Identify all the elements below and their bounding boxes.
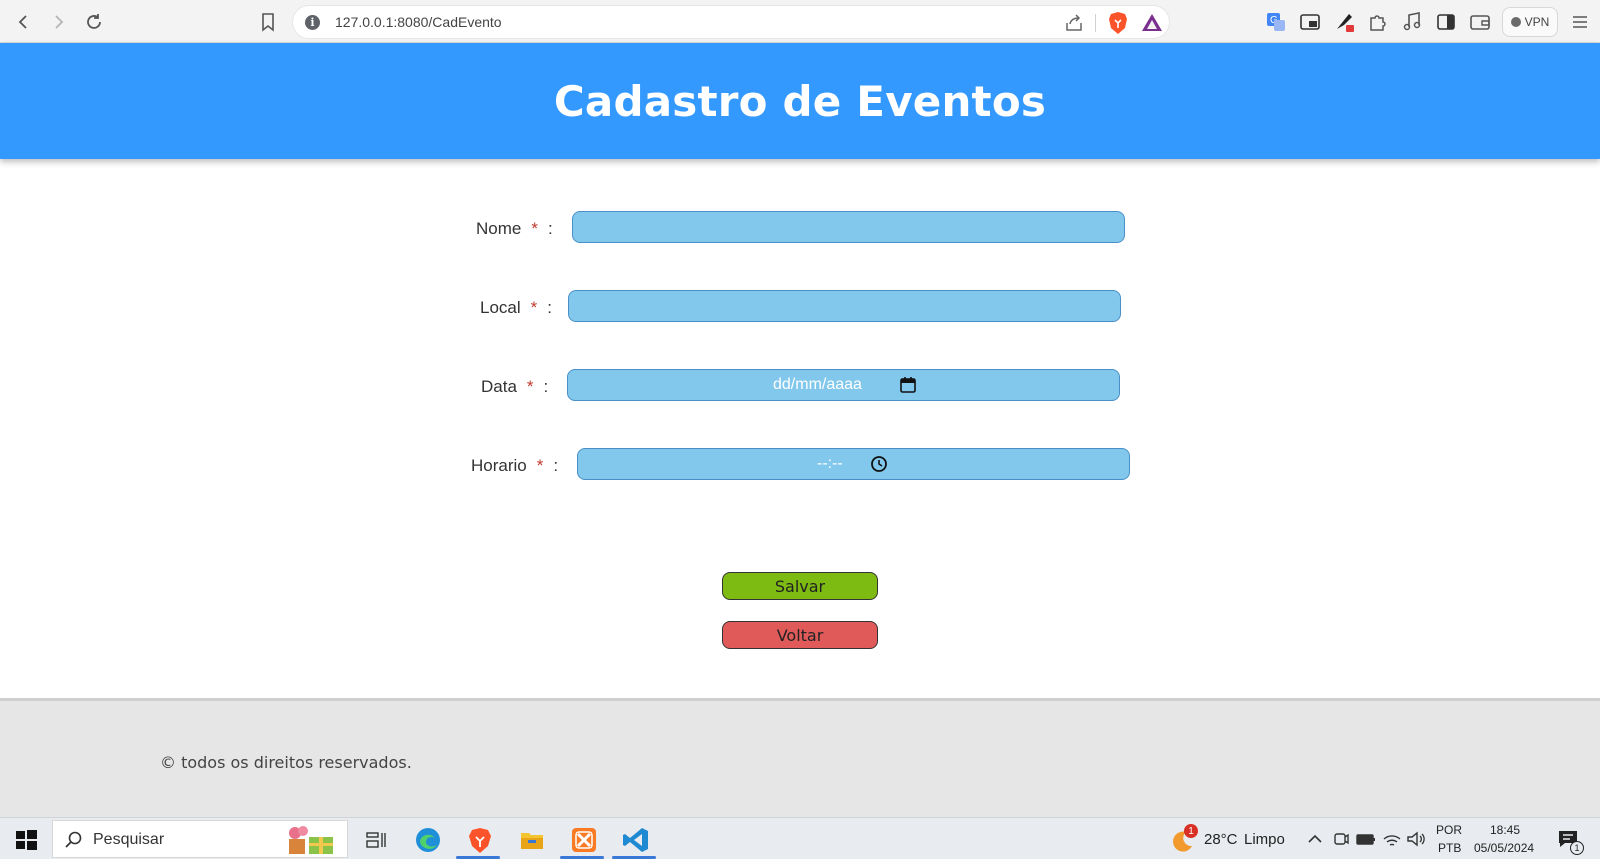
required-asterisk: * xyxy=(530,298,538,317)
music-note-icon[interactable] xyxy=(1400,10,1424,34)
form-row-local: Local *: xyxy=(478,290,1128,324)
form-row-horario: Horario *: --:-- xyxy=(469,448,1139,482)
chevron-left-icon xyxy=(18,15,27,29)
label-text: Nome xyxy=(476,219,522,238)
page-footer: © todos os direitos reservados. xyxy=(0,698,1600,817)
label-colon: : xyxy=(547,219,553,238)
field-label-horario: Horario *: xyxy=(471,456,558,476)
browser-toolbar: i 127.0.0.1:8080/CadEvento G VPN xyxy=(0,0,1600,43)
form-row-data: Data *: dd/mm/aaaa xyxy=(479,369,1129,403)
taskbar: Pesquisar 1 28°C Limpo POR PTB 18:45 05/… xyxy=(0,817,1600,859)
label-text: Horario xyxy=(471,456,527,475)
copyright-text: © todos os direitos reservados. xyxy=(160,753,412,772)
language-bottom: PTB xyxy=(1438,841,1462,855)
battery-icon[interactable] xyxy=(1356,830,1376,848)
back-button[interactable]: Voltar xyxy=(722,621,878,649)
calendar-icon[interactable] xyxy=(899,376,917,394)
clock-date: 05/05/2024 xyxy=(1474,841,1535,855)
vpn-status-icon xyxy=(1510,17,1521,27)
vpn-label: VPN xyxy=(1524,15,1550,29)
clock-time: 18:45 xyxy=(1490,823,1521,837)
picture-in-picture-icon[interactable] xyxy=(1298,10,1322,34)
divider xyxy=(1095,14,1096,32)
puzzle-extensions-icon[interactable] xyxy=(1366,10,1390,34)
notification-count: 1 xyxy=(1570,841,1584,855)
label-text: Local xyxy=(480,298,521,317)
required-asterisk: * xyxy=(536,456,544,475)
vpn-button[interactable]: VPN xyxy=(1502,7,1558,37)
wifi-icon[interactable] xyxy=(1382,830,1402,848)
site-info-icon[interactable]: i xyxy=(305,15,320,30)
data-date-input[interactable]: dd/mm/aaaa xyxy=(567,369,1120,401)
time-placeholder: --:-- xyxy=(817,455,843,472)
page-title: Cadastro de Eventos xyxy=(553,76,1047,126)
meet-now-icon[interactable] xyxy=(1332,830,1350,848)
bookmark-button[interactable] xyxy=(256,10,280,34)
share-icon[interactable] xyxy=(1063,12,1085,34)
local-input[interactable] xyxy=(568,290,1121,322)
url-text[interactable]: 127.0.0.1:8080/CadEvento xyxy=(335,14,502,30)
language-top: POR xyxy=(1436,823,1463,837)
save-button[interactable]: Salvar xyxy=(722,572,878,600)
brave-shields-icon[interactable] xyxy=(1107,11,1129,35)
label-colon: : xyxy=(543,377,549,396)
xampp-icon[interactable] xyxy=(570,826,598,854)
page-header: Cadastro de Eventos xyxy=(0,43,1600,159)
search-icon xyxy=(65,831,82,848)
field-label-nome: Nome *: xyxy=(476,219,553,239)
taskbar-search[interactable]: Pesquisar xyxy=(52,820,348,858)
required-asterisk: * xyxy=(531,219,538,238)
weather-temperature: 28°C xyxy=(1204,831,1238,848)
field-label-local: Local *: xyxy=(480,298,552,318)
field-label-data: Data *: xyxy=(481,377,548,397)
reload-icon xyxy=(87,14,101,29)
task-view-icon[interactable] xyxy=(362,826,390,854)
chevron-up-icon[interactable] xyxy=(1306,830,1324,848)
chevron-right-icon xyxy=(55,15,64,29)
weather-description: Limpo xyxy=(1244,831,1285,848)
translate-extension-icon[interactable]: G xyxy=(1264,10,1288,34)
bookmark-icon xyxy=(262,13,274,32)
label-colon: : xyxy=(547,298,552,317)
volume-icon[interactable] xyxy=(1406,830,1426,848)
required-asterisk: * xyxy=(526,377,534,396)
brave-taskbar-icon[interactable] xyxy=(466,826,494,854)
hamburger-menu-icon[interactable] xyxy=(1568,10,1592,34)
back-nav-button[interactable] xyxy=(10,8,38,36)
gift-flowers-icon xyxy=(289,826,333,854)
date-placeholder: dd/mm/aaaa xyxy=(773,376,862,393)
edge-browser-icon[interactable] xyxy=(414,826,442,854)
file-explorer-icon[interactable] xyxy=(518,826,546,854)
sidebar-toggle-icon[interactable] xyxy=(1434,10,1458,34)
pen-extension-icon[interactable] xyxy=(1332,10,1356,34)
nome-input[interactable] xyxy=(572,211,1125,243)
form-row-nome: Nome *: xyxy=(474,211,1125,245)
clock-icon[interactable] xyxy=(870,455,888,473)
label-text: Data xyxy=(481,377,517,396)
windows-start-icon[interactable] xyxy=(12,826,40,854)
weather-badge: 1 xyxy=(1184,824,1198,838)
label-colon: : xyxy=(553,456,559,475)
horario-time-input[interactable]: --:-- xyxy=(577,448,1130,480)
wallet-icon[interactable] xyxy=(1468,10,1492,34)
reload-button[interactable] xyxy=(80,8,108,36)
forward-nav-button[interactable] xyxy=(44,8,72,36)
vscode-icon[interactable] xyxy=(622,826,650,854)
brave-rewards-icon[interactable] xyxy=(1141,12,1163,34)
address-bar[interactable]: i 127.0.0.1:8080/CadEvento xyxy=(292,5,1170,39)
search-placeholder: Pesquisar xyxy=(93,831,165,848)
